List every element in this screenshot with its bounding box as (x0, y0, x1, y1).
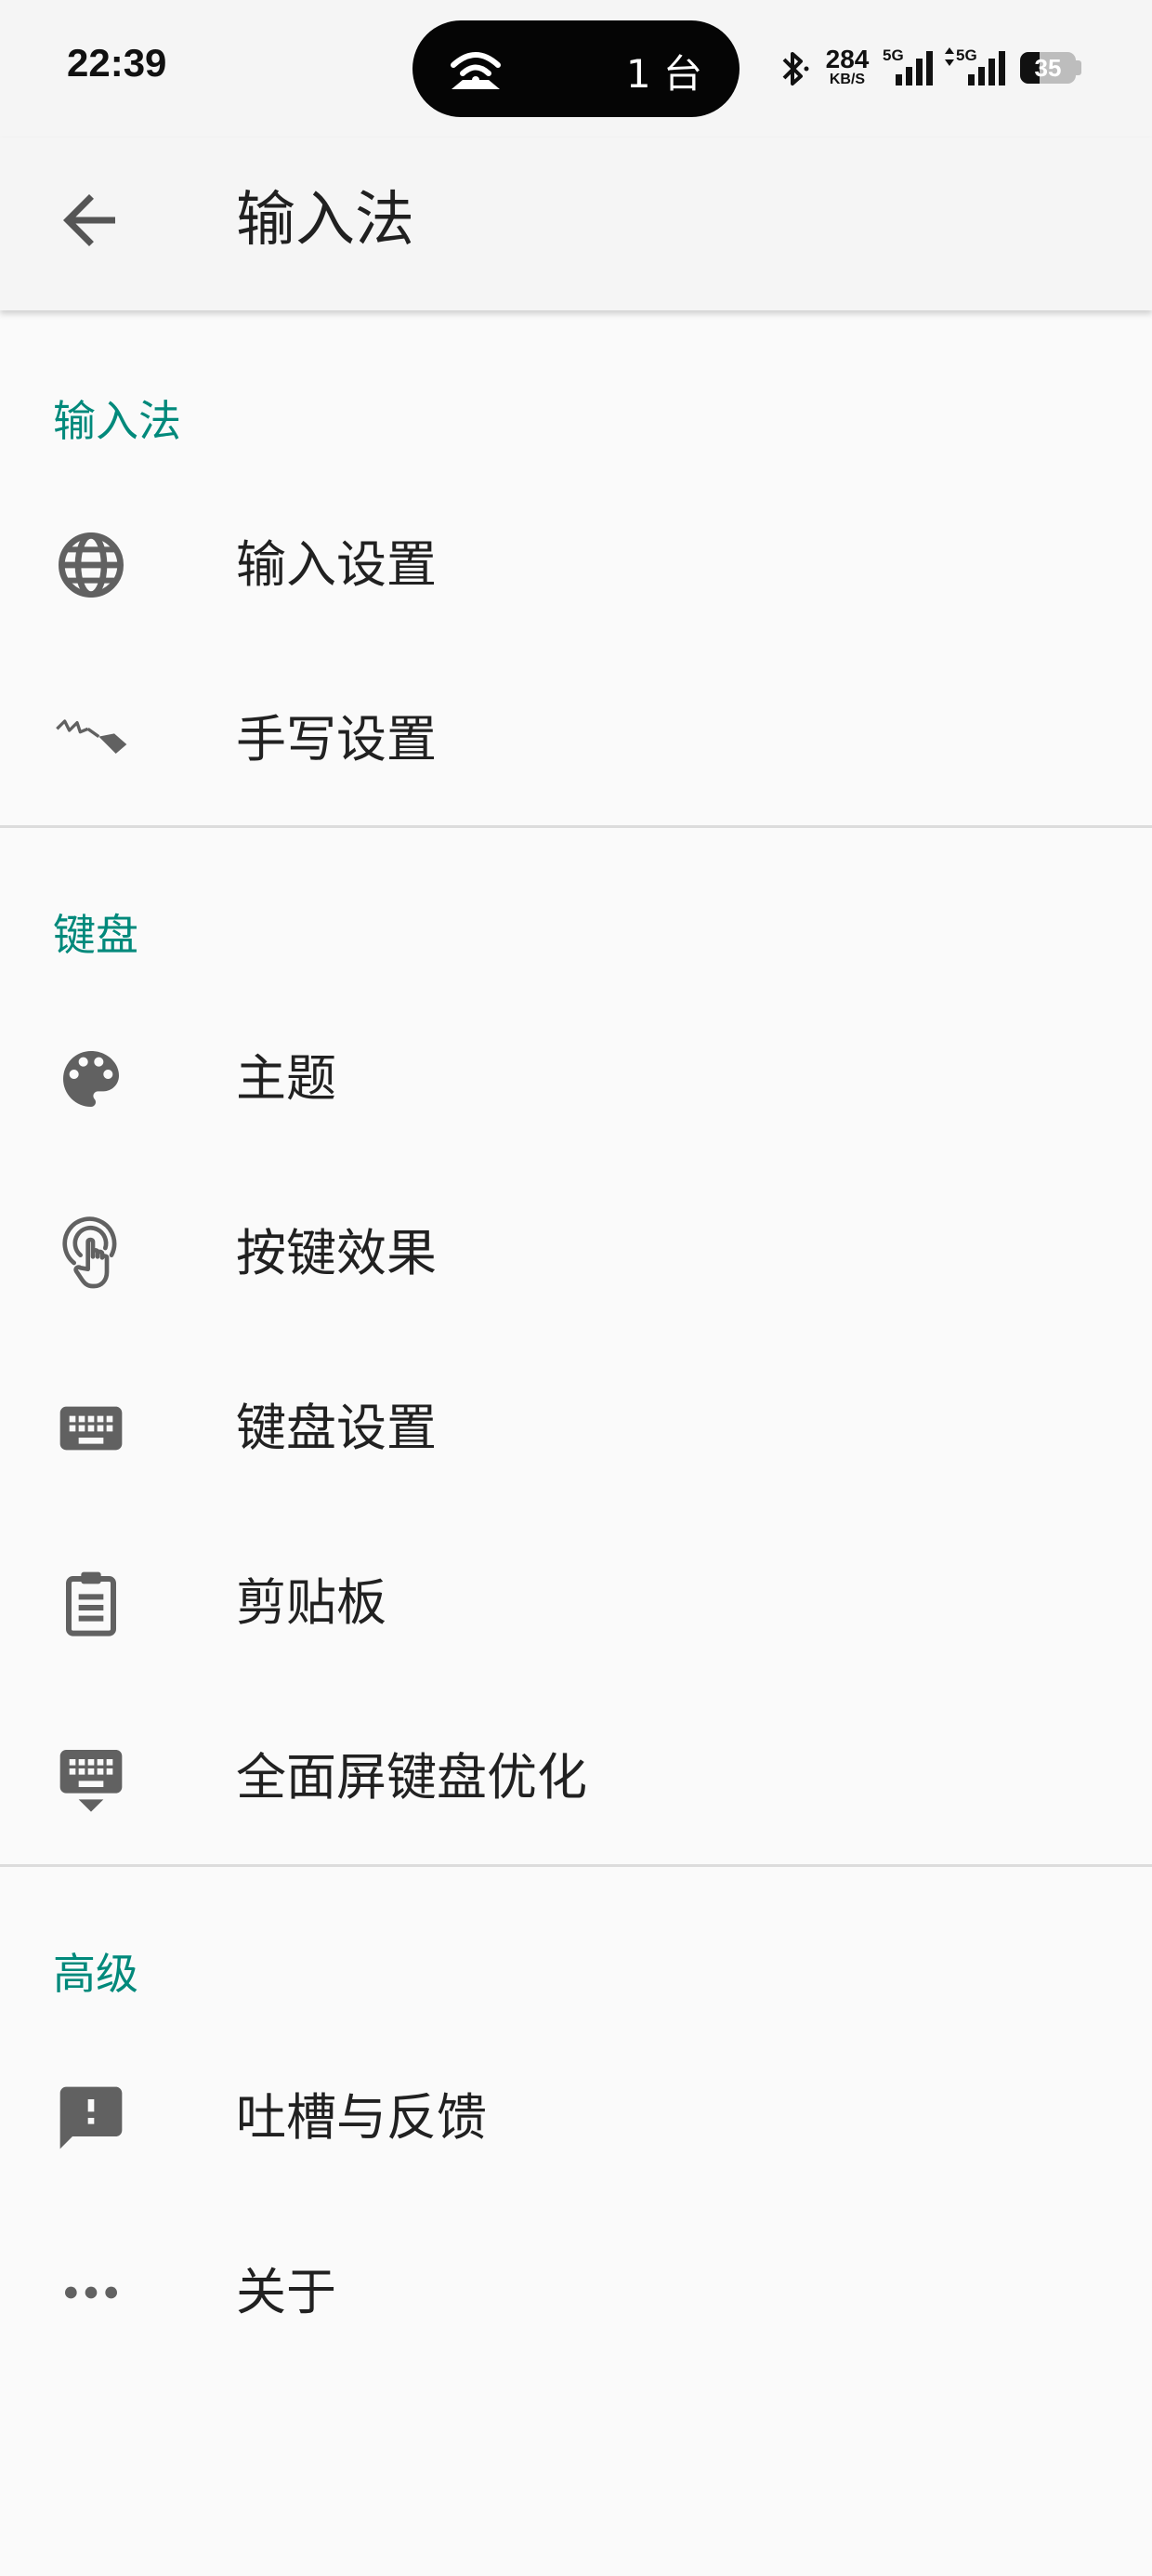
battery-level: 35 (1034, 54, 1062, 82)
globe-icon (59, 532, 124, 598)
network-speed: 284 KB/S (821, 46, 873, 87)
settings-item-clipboard[interactable]: 剪贴板 (0, 1516, 1152, 1690)
battery-tip (1076, 60, 1081, 75)
signal-bars-icon (896, 51, 933, 85)
settings-item-handwriting-settings[interactable]: 手写设置 (0, 652, 1152, 827)
section-title-keyboard: 键盘 (53, 910, 138, 960)
back-button[interactable] (50, 181, 128, 259)
signal-bars-icon (968, 51, 1005, 85)
app-bar: 输入法 (0, 138, 1152, 310)
settings-item-label: 手写设置 (236, 710, 437, 769)
settings-item-label: 全面屏键盘优化 (236, 1748, 587, 1807)
more-icon (65, 2286, 117, 2299)
feedback-icon (59, 2086, 123, 2149)
settings-item-about[interactable]: 关于 (0, 2205, 1152, 2380)
section-title-advanced: 高级 (53, 1949, 138, 1999)
hotspot-pill[interactable]: 1 台 (412, 20, 740, 117)
arrow-back-icon (63, 194, 115, 246)
sim1-signal: 5G (883, 46, 936, 87)
settings-item-label: 按键效果 (236, 1224, 437, 1282)
network-speed-value: 284 (825, 45, 870, 73)
settings-item-input-settings[interactable]: 输入设置 (0, 478, 1152, 652)
keyboard-icon (59, 1406, 123, 1451)
section-divider (0, 1864, 1152, 1867)
settings-item-feedback[interactable]: 吐槽与反馈 (0, 2031, 1152, 2205)
section-title-input-method: 输入法 (53, 396, 181, 446)
palette-icon (63, 1051, 119, 1107)
bluetooth-icon (782, 52, 809, 85)
settings-item-label: 键盘设置 (236, 1399, 437, 1457)
clipboard-icon (66, 1571, 116, 1636)
settings-item-label: 关于 (236, 2263, 336, 2321)
hotspot-count: 1 台 (625, 51, 702, 97)
settings-item-label: 输入设置 (236, 535, 437, 594)
settings-item-label: 吐槽与反馈 (236, 2088, 487, 2147)
settings-item-key-effects[interactable]: 按键效果 (0, 1166, 1152, 1341)
settings-item-fullscreen-keyboard[interactable]: 全面屏键盘优化 (0, 1690, 1152, 1865)
status-time: 22:39 (67, 41, 167, 85)
data-arrows-icon (945, 47, 954, 66)
settings-item-label: 主题 (236, 1049, 336, 1108)
network-speed-unit: KB/S (829, 72, 866, 87)
settings-item-theme[interactable]: 主题 (0, 992, 1152, 1166)
status-bar: 22:39 1 台 284 KB/S 5G 5G 35 (0, 0, 1152, 138)
page-title: 输入法 (236, 186, 414, 255)
sim2-signal: 5G (944, 46, 1009, 87)
touch-icon (62, 1216, 117, 1289)
settings-item-label: 剪贴板 (236, 1573, 386, 1632)
hotspot-icon (451, 52, 501, 89)
battery-icon: 35 (1020, 52, 1076, 84)
handwriting-icon (56, 719, 127, 754)
section-divider (0, 825, 1152, 828)
settings-item-keyboard-settings[interactable]: 键盘设置 (0, 1341, 1152, 1516)
keyboard-hide-icon (59, 1750, 123, 1812)
